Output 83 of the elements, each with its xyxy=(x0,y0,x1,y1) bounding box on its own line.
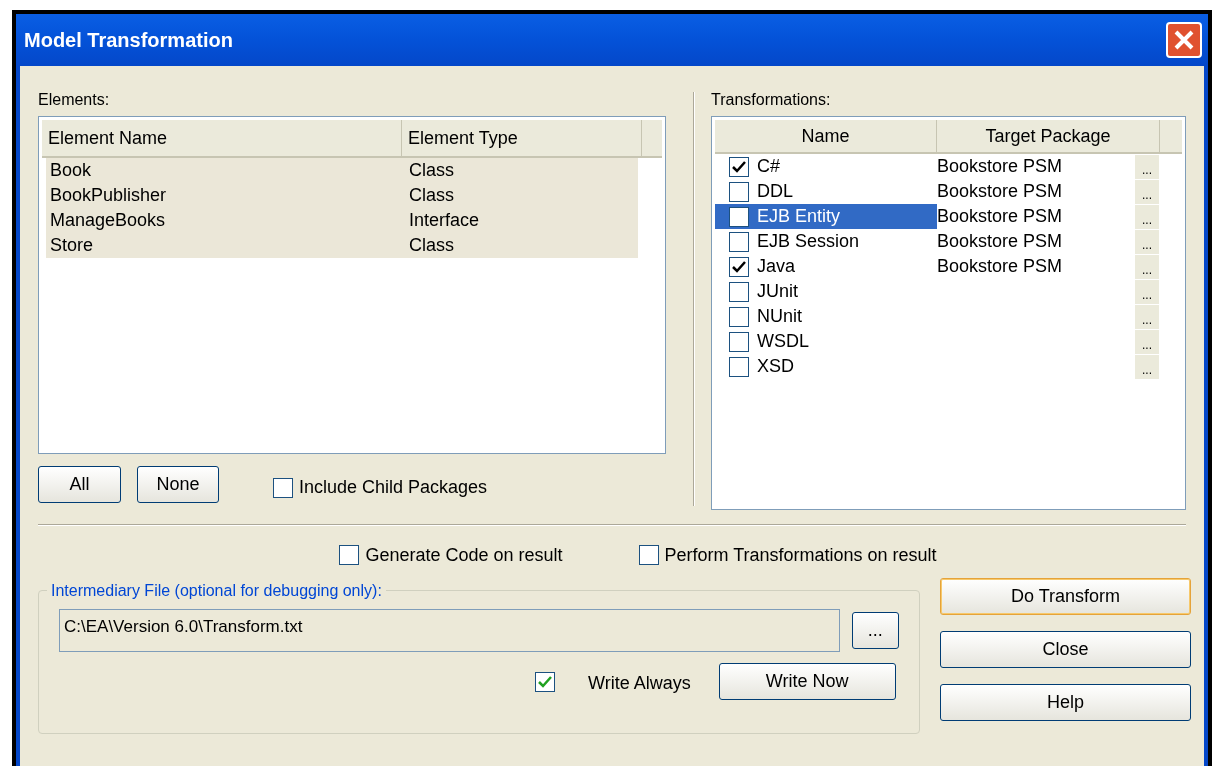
column-header[interactable]: Element Name xyxy=(42,120,402,156)
table-cell-text: Class xyxy=(408,234,454,257)
table-cell-text: Interface xyxy=(408,209,480,232)
checkbox[interactable] xyxy=(729,206,749,227)
browse-button[interactable]: ... xyxy=(1135,329,1159,354)
table-cell-text: JUnit xyxy=(757,280,799,303)
table-cell-text: XSD xyxy=(757,355,795,378)
table-cell-text: Bookstore PSM xyxy=(937,205,1064,228)
checkmark-icon xyxy=(732,160,746,173)
transformation-row[interactable]: EJB Session Bookstore PSM ... xyxy=(715,229,1182,254)
browse-button[interactable]: ... xyxy=(851,612,899,649)
table-cell-text: Book xyxy=(49,159,93,182)
table-cell-text: Store xyxy=(49,234,95,257)
transformation-row[interactable]: WSDL ... xyxy=(715,329,1182,354)
browse-button[interactable]: ... xyxy=(1135,179,1159,204)
checkbox[interactable] xyxy=(729,281,749,302)
transformation-row[interactable]: XSD ... xyxy=(715,354,1182,379)
element-row[interactable]: ManageBooks Interface xyxy=(46,208,638,233)
table-cell-text: Class xyxy=(408,159,454,182)
file-path-field[interactable]: C:\EA\Version 6.0\Transform.txt xyxy=(59,609,840,652)
checkbox[interactable] xyxy=(729,256,749,277)
transformation-row[interactable]: EJB Entity Bookstore PSM ... xyxy=(715,204,1182,229)
table-cell-text: EJB Session xyxy=(757,230,860,253)
close-icon xyxy=(1173,29,1195,51)
checkbox[interactable] xyxy=(638,545,659,565)
table-cell-text: Java xyxy=(757,255,796,278)
table-cell-text: Bookstore PSM xyxy=(937,180,1064,203)
table-cell-text: DDL xyxy=(757,180,794,203)
element-row[interactable]: BookPublisher Class xyxy=(46,183,638,208)
checkmark-icon xyxy=(538,675,552,688)
table-cell-text: C# xyxy=(757,155,781,178)
browse-button[interactable]: ... xyxy=(1135,254,1159,279)
checkbox[interactable] xyxy=(339,545,360,565)
checkbox[interactable] xyxy=(535,671,555,692)
elements-label: Elements: xyxy=(38,90,111,110)
table-cell-text: Bookstore PSM xyxy=(937,255,1064,278)
browse-button[interactable]: ... xyxy=(1135,304,1159,329)
none-button[interactable]: None xyxy=(137,466,219,503)
checkbox[interactable] xyxy=(729,331,749,352)
table-cell-text: EJB Entity xyxy=(757,205,841,228)
column-header[interactable]: Element Type xyxy=(402,120,642,156)
browse-button[interactable]: ... xyxy=(1135,279,1159,304)
checkbox[interactable] xyxy=(729,181,749,202)
checkbox[interactable] xyxy=(729,356,749,377)
table-cell-text: BookPublisher xyxy=(49,184,168,207)
column-header[interactable]: Target Package xyxy=(937,120,1160,152)
transformation-row[interactable]: NUnit ... xyxy=(715,304,1182,329)
browse-button[interactable]: ... xyxy=(1135,229,1159,254)
table-cell-text: ManageBooks xyxy=(49,209,167,232)
checkbox[interactable] xyxy=(729,306,749,327)
checkbox-label: Write Always xyxy=(588,672,691,695)
dialog-button[interactable]: Do Transform xyxy=(940,578,1191,615)
table-cell-text: NUnit xyxy=(757,305,803,328)
empty-column-header xyxy=(1160,120,1182,152)
column-header[interactable]: Name xyxy=(715,120,937,152)
transformation-row[interactable]: C# Bookstore PSM ... xyxy=(715,154,1182,179)
checkbox[interactable] xyxy=(729,231,749,252)
element-row[interactable]: Book Class xyxy=(46,158,638,183)
table-cell-text: Bookstore PSM xyxy=(937,230,1064,253)
browse-button[interactable]: ... xyxy=(1135,354,1159,379)
dialog-button[interactable]: Help xyxy=(940,684,1191,721)
checkbox[interactable] xyxy=(273,477,293,498)
checkbox-label: Include Child Packages xyxy=(299,476,488,499)
transformation-row[interactable]: JUnit ... xyxy=(715,279,1182,304)
window-title: Model Transformation xyxy=(24,28,233,53)
table-cell-text: WSDL xyxy=(757,330,810,353)
table-cell-text: Class xyxy=(408,184,454,207)
transformations-label: Transformations: xyxy=(711,90,832,110)
close-button[interactable] xyxy=(1166,22,1202,58)
transformation-row[interactable]: DDL Bookstore PSM ... xyxy=(715,179,1182,204)
checkbox-label: Generate Code on result xyxy=(365,543,563,567)
browse-button[interactable]: ... xyxy=(1135,154,1159,179)
write-now-button[interactable]: Write Now xyxy=(718,663,896,700)
checkbox-label: Perform Transformations on result xyxy=(664,543,937,567)
all-button[interactable]: All xyxy=(38,466,121,503)
empty-column-header xyxy=(642,120,662,156)
dialog-button[interactable]: Close xyxy=(940,631,1191,668)
element-row[interactable]: Store Class xyxy=(46,233,638,258)
browse-button[interactable]: ... xyxy=(1135,204,1159,229)
table-cell-text: Bookstore PSM xyxy=(937,155,1064,178)
checkbox[interactable] xyxy=(729,156,749,177)
checkmark-icon xyxy=(732,260,746,273)
transformation-row[interactable]: Java Bookstore PSM ... xyxy=(715,254,1182,279)
